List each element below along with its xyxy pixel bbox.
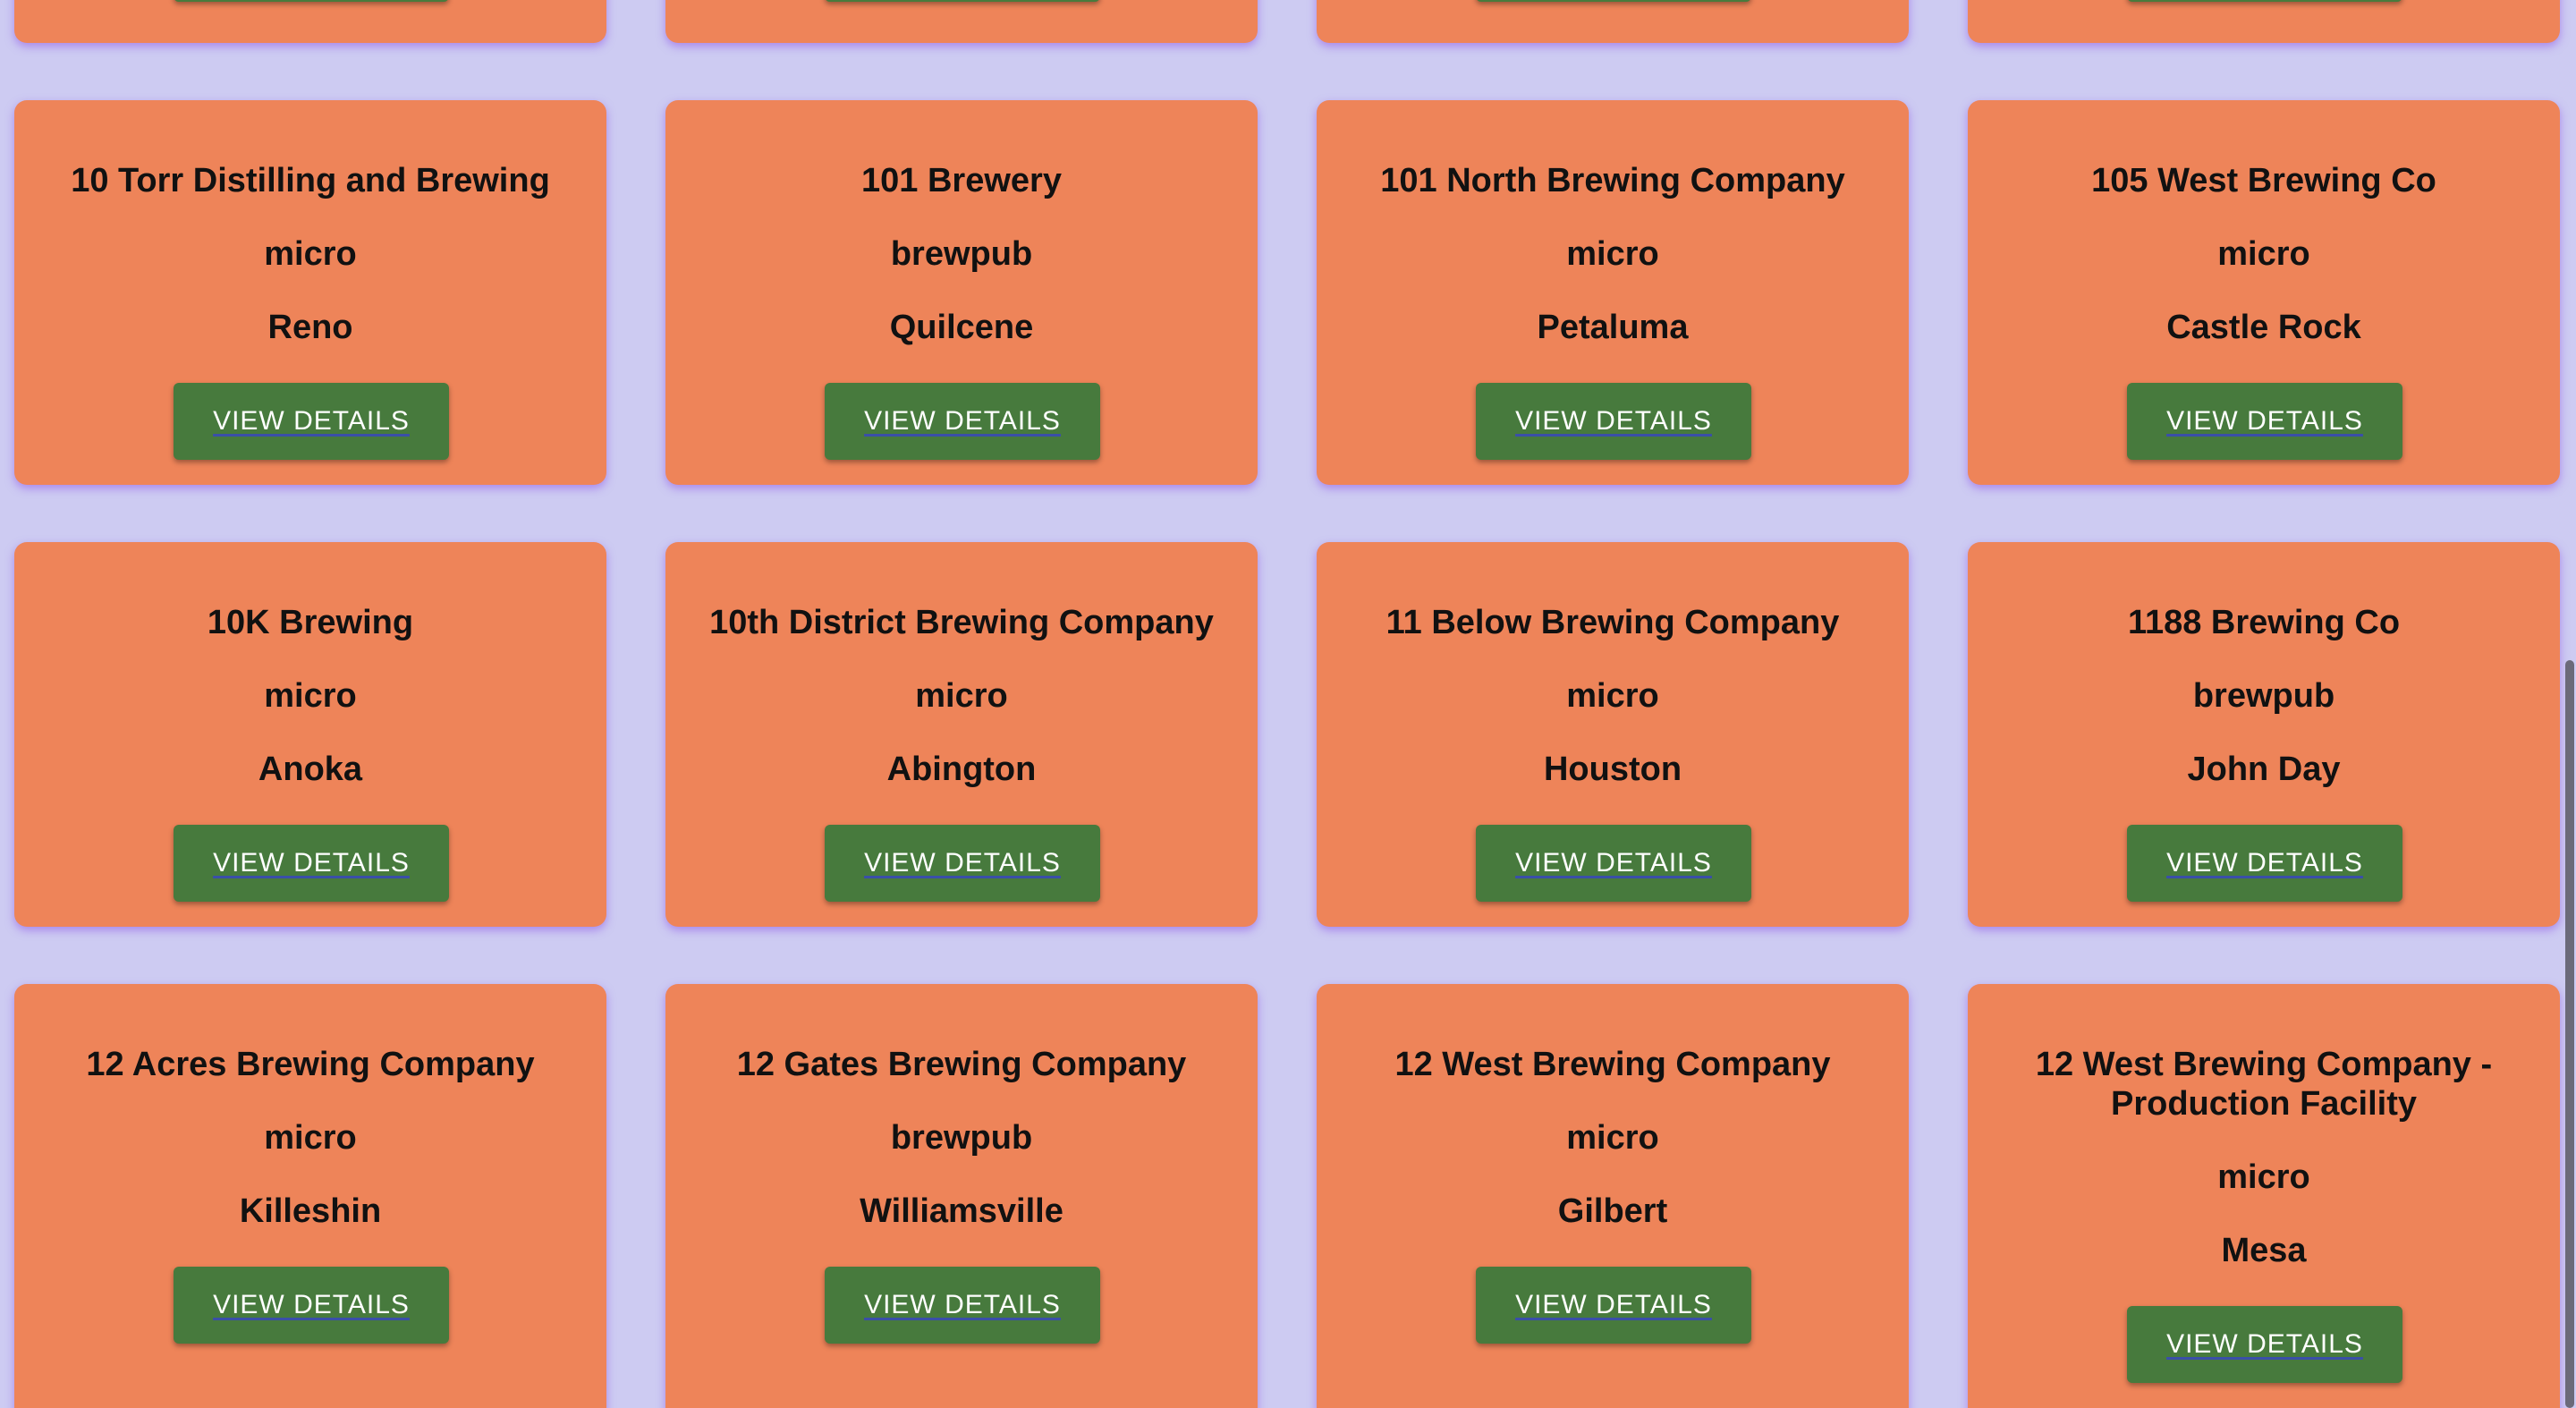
view-details-button[interactable]: VIEW DETAILS: [2127, 825, 2402, 902]
brewery-name: 101 Brewery: [861, 162, 1062, 199]
brewery-type: micro: [1566, 1119, 1659, 1157]
brewery-city: Reno: [267, 309, 353, 346]
brewery-card: 12 Acres Brewing Company micro Killeshin…: [14, 984, 606, 1408]
view-details-button[interactable]: VIEW DETAILS: [2127, 1306, 2402, 1383]
brewery-name: 12 West Brewing Company: [1394, 1046, 1831, 1083]
brewery-card: 12 West Brewing Company - Production Fac…: [1968, 984, 2560, 1408]
brewery-card: VIEW DETAILS: [14, 0, 606, 43]
view-details-button[interactable]: VIEW DETAILS: [1476, 825, 1751, 902]
view-details-button[interactable]: VIEW DETAILS: [174, 383, 449, 460]
view-details-button[interactable]: VIEW DETAILS: [1476, 383, 1751, 460]
brewery-name: 12 West Brewing Company - Production Fac…: [2035, 1046, 2493, 1123]
brewery-city: Killeshin: [239, 1192, 382, 1230]
brewery-card: 10th District Brewing Company micro Abin…: [665, 542, 1258, 927]
brewery-city: John Day: [2187, 751, 2341, 788]
brewery-card: 12 Gates Brewing Company brewpub William…: [665, 984, 1258, 1408]
brewery-city: Williamsville: [860, 1192, 1063, 1230]
brewery-card: 11 Below Brewing Company micro Houston V…: [1317, 542, 1909, 927]
brewery-card: 1188 Brewing Co brewpub John Day VIEW DE…: [1968, 542, 2560, 927]
brewery-type: micro: [264, 1119, 357, 1157]
brewery-city: Abington: [886, 751, 1037, 788]
brewery-name: 10th District Brewing Company: [709, 604, 1214, 641]
view-details-button[interactable]: VIEW DETAILS: [174, 0, 449, 2]
scrollbar-thumb[interactable]: [2565, 660, 2574, 1408]
brewery-card-grid: VIEW DETAILS VIEW DETAILS VIEW DETAILS V…: [0, 0, 2576, 1408]
brewery-name: 10 Torr Distilling and Brewing: [71, 162, 550, 199]
brewery-card: VIEW DETAILS: [1317, 0, 1909, 43]
brewery-type: micro: [1566, 235, 1659, 273]
brewery-card: 101 Brewery brewpub Quilcene VIEW DETAIL…: [665, 100, 1258, 485]
brewery-card: 10 Torr Distilling and Brewing micro Ren…: [14, 100, 606, 485]
brewery-card: VIEW DETAILS: [665, 0, 1258, 43]
brewery-type: micro: [915, 677, 1008, 715]
brewery-name: 11 Below Brewing Company: [1385, 604, 1840, 641]
scrollbar[interactable]: [2562, 0, 2576, 1408]
brewery-name: 12 Acres Brewing Company: [86, 1046, 535, 1083]
brewery-type: brewpub: [890, 235, 1033, 273]
brewery-card: 101 North Brewing Company micro Petaluma…: [1317, 100, 1909, 485]
brewery-type: brewpub: [2192, 677, 2335, 715]
view-details-button[interactable]: VIEW DETAILS: [2127, 0, 2402, 2]
view-details-button[interactable]: VIEW DETAILS: [825, 825, 1100, 902]
brewery-name: 12 Gates Brewing Company: [736, 1046, 1187, 1083]
view-details-button[interactable]: VIEW DETAILS: [825, 383, 1100, 460]
brewery-city: Petaluma: [1537, 309, 1689, 346]
view-details-button[interactable]: VIEW DETAILS: [825, 0, 1100, 2]
brewery-card: 105 West Brewing Co micro Castle Rock VI…: [1968, 100, 2560, 485]
brewery-name: 101 North Brewing Company: [1380, 162, 1845, 199]
view-details-button[interactable]: VIEW DETAILS: [825, 1267, 1100, 1344]
brewery-city: Anoka: [258, 751, 363, 788]
brewery-card: 10K Brewing micro Anoka VIEW DETAILS: [14, 542, 606, 927]
brewery-name: 10K Brewing: [207, 604, 414, 641]
brewery-city: Mesa: [2221, 1232, 2307, 1269]
view-details-button[interactable]: VIEW DETAILS: [2127, 383, 2402, 460]
brewery-type: micro: [264, 235, 357, 273]
brewery-type: micro: [2217, 1158, 2310, 1196]
brewery-card: VIEW DETAILS: [1968, 0, 2560, 43]
brewery-city: Houston: [1543, 751, 1682, 788]
brewery-city: Castle Rock: [2166, 309, 2361, 346]
brewery-name: 105 West Brewing Co: [2091, 162, 2436, 199]
view-details-button[interactable]: VIEW DETAILS: [1476, 1267, 1751, 1344]
brewery-city: Quilcene: [889, 309, 1034, 346]
brewery-type: micro: [264, 677, 357, 715]
brewery-city: Gilbert: [1557, 1192, 1668, 1230]
brewery-type: micro: [1566, 677, 1659, 715]
brewery-name: 1188 Brewing Co: [2127, 604, 2401, 641]
brewery-type: micro: [2217, 235, 2310, 273]
view-details-button[interactable]: VIEW DETAILS: [174, 1267, 449, 1344]
brewery-type: brewpub: [890, 1119, 1033, 1157]
brewery-card: 12 West Brewing Company micro Gilbert VI…: [1317, 984, 1909, 1408]
view-details-button[interactable]: VIEW DETAILS: [174, 825, 449, 902]
view-details-button[interactable]: VIEW DETAILS: [1476, 0, 1751, 2]
